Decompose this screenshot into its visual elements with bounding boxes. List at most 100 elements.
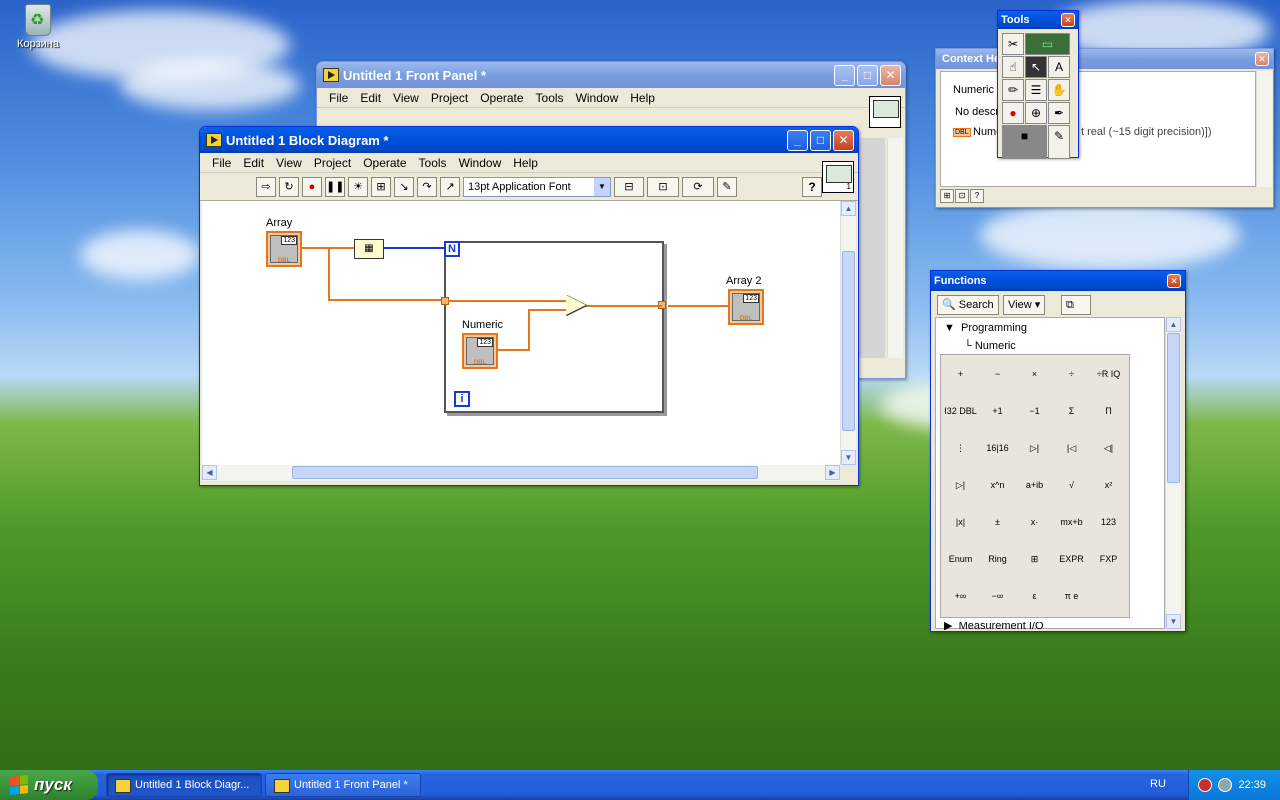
abort-icon[interactable]: ● xyxy=(302,176,322,197)
wire[interactable] xyxy=(328,299,444,301)
menu-edit[interactable]: Edit xyxy=(354,91,387,105)
menu-edit[interactable]: Edit xyxy=(237,156,270,170)
array-control-terminal[interactable]: 123 DBL xyxy=(266,231,302,267)
maximize-button[interactable]: □ xyxy=(810,130,831,151)
pause-icon[interactable]: ❚❚ xyxy=(325,176,345,197)
font-select[interactable]: 13pt Application Font xyxy=(463,176,611,197)
menu-file[interactable]: File xyxy=(206,156,237,170)
close-button[interactable]: ✕ xyxy=(1167,274,1181,288)
close-button[interactable]: ✕ xyxy=(1061,13,1075,27)
close-button[interactable]: ✕ xyxy=(1255,52,1269,66)
context-help-window[interactable]: Context He ✕ Numeric No descri DBL Nume … xyxy=(935,48,1274,208)
scroll-left-arrow[interactable]: ◀ xyxy=(202,465,217,480)
palette-function-icon[interactable]: x^n xyxy=(981,469,1014,502)
palette-function-icon[interactable]: −1 xyxy=(1018,395,1051,428)
for-loop[interactable]: N i Numeric 123 DBL xyxy=(441,241,666,413)
language-indicator[interactable]: RU xyxy=(1150,778,1166,790)
block-diagram-vscroll[interactable]: ▲ ▼ xyxy=(840,201,856,465)
context-help-button[interactable]: ? xyxy=(802,176,822,197)
brush-icon[interactable]: ✎ xyxy=(1048,125,1070,159)
front-panel-vi-icon[interactable] xyxy=(869,96,901,128)
multiply-function[interactable] xyxy=(566,295,586,315)
palette-function-icon[interactable]: mx+b xyxy=(1055,506,1088,539)
wire[interactable] xyxy=(528,309,566,311)
color-tool-icon[interactable]: ■ xyxy=(1002,125,1047,159)
palette-function-icon[interactable]: −∞ xyxy=(981,580,1014,613)
palette-function-icon[interactable]: +∞ xyxy=(944,580,977,613)
palette-function-icon[interactable]: ⊞ xyxy=(1018,543,1051,576)
wire[interactable] xyxy=(528,309,530,349)
minimize-button[interactable]: _ xyxy=(834,65,855,86)
run-arrow-icon[interactable]: ⇨ xyxy=(256,176,276,197)
tree-item-programming[interactable]: ▼ Programming xyxy=(944,322,1027,334)
probe-tool-icon[interactable]: ⊕ xyxy=(1025,102,1047,124)
menu-view[interactable]: View xyxy=(270,156,308,170)
wire[interactable] xyxy=(498,349,530,351)
automatic-tool-icon[interactable]: ✂ xyxy=(1002,33,1024,55)
align-objects-icon[interactable]: ⊟ xyxy=(614,176,644,197)
palette-function-icon[interactable]: ÷ xyxy=(1055,358,1088,391)
menu-tools[interactable]: Tools xyxy=(413,156,453,170)
step-over-icon[interactable]: ↷ xyxy=(417,176,437,197)
palette-function-icon[interactable]: +1 xyxy=(981,395,1014,428)
scroll-down-arrow[interactable]: ▼ xyxy=(841,450,856,465)
iteration-terminal[interactable]: i xyxy=(454,391,470,407)
palette-function-icon[interactable]: ◁| xyxy=(1092,432,1125,465)
array2-indicator-terminal[interactable]: 123 DBL xyxy=(728,289,764,325)
view-button[interactable]: View ▾ xyxy=(1003,295,1046,315)
pin-button[interactable]: ⧉ xyxy=(1061,295,1091,315)
breakpoint-tool-icon[interactable]: ● xyxy=(1002,102,1024,124)
scroll-up-arrow[interactable]: ▲ xyxy=(1166,317,1181,332)
wire[interactable] xyxy=(448,300,566,302)
array-size-function[interactable]: ▦ xyxy=(354,239,384,259)
retain-wire-values-icon[interactable]: ⊞ xyxy=(371,176,391,197)
taskbar-item-front-panel[interactable]: Untitled 1 Front Panel * xyxy=(265,773,421,797)
palette-function-icon[interactable]: + xyxy=(944,358,977,391)
tools-titlebar[interactable]: Tools ✕ xyxy=(998,11,1078,29)
front-panel-titlebar[interactable]: Untitled 1 Front Panel * _ □ ✕ xyxy=(317,62,905,88)
label-tool-icon[interactable]: A xyxy=(1048,56,1070,78)
palette-function-icon[interactable]: ⋮ xyxy=(944,432,977,465)
palette-function-icon[interactable]: ÷R IQ xyxy=(1092,358,1125,391)
context-help-vscroll[interactable] xyxy=(1256,71,1272,187)
palette-function-icon[interactable]: × xyxy=(1018,358,1051,391)
clock[interactable]: 22:39 xyxy=(1238,779,1266,791)
palette-function-icon[interactable]: x² xyxy=(1092,469,1125,502)
lock-icon[interactable]: ⊞ xyxy=(940,189,954,203)
operate-tool-icon[interactable]: ☝ xyxy=(1002,56,1024,78)
block-diagram-window[interactable]: Untitled 1 Block Diagram * _ □ ✕ File Ed… xyxy=(199,126,859,486)
detail-icon[interactable]: ⊡ xyxy=(955,189,969,203)
functions-titlebar[interactable]: Functions ✕ xyxy=(931,271,1185,291)
scroll-tool-icon[interactable]: ✋ xyxy=(1048,79,1070,101)
scroll-thumb[interactable] xyxy=(842,251,855,431)
palette-function-icon[interactable]: ε xyxy=(1018,580,1051,613)
position-tool-icon[interactable]: ↖ xyxy=(1025,56,1047,78)
palette-function-icon[interactable]: Enum xyxy=(944,543,977,576)
palette-function-icon[interactable]: FXP xyxy=(1092,543,1125,576)
block-diagram-titlebar[interactable]: Untitled 1 Block Diagram * _ □ ✕ xyxy=(200,127,858,153)
scroll-thumb[interactable] xyxy=(1167,333,1180,483)
front-panel-vscroll[interactable] xyxy=(887,138,903,358)
palette-function-icon[interactable]: 16|16 xyxy=(981,432,1014,465)
functions-palette[interactable]: Functions ✕ 🔍 Search View ▾ ⧉ ▼ Programm… xyxy=(930,270,1186,632)
scroll-thumb[interactable] xyxy=(292,466,758,479)
menu-project[interactable]: Project xyxy=(425,91,474,105)
tools-palette[interactable]: Tools ✕ ✂ ▭ ☝ ↖ A ✏ ☰ ✋ ● ⊕ ✒ ■ ✎ xyxy=(997,10,1079,159)
palette-function-icon[interactable]: √ xyxy=(1055,469,1088,502)
tree-item-numeric[interactable]: └ Numeric xyxy=(964,340,1016,352)
network-icon[interactable] xyxy=(1218,778,1233,792)
run-continuously-icon[interactable]: ↻ xyxy=(279,176,299,197)
palette-function-icon[interactable]: Σ xyxy=(1055,395,1088,428)
palette-function-icon[interactable]: ± xyxy=(981,506,1014,539)
wire[interactable] xyxy=(328,247,330,301)
security-shield-icon[interactable] xyxy=(1198,778,1213,792)
menu-file[interactable]: File xyxy=(323,91,354,105)
palette-function-icon[interactable]: ▷| xyxy=(944,469,977,502)
context-help-titlebar[interactable]: Context He ✕ xyxy=(936,49,1273,69)
close-button[interactable]: ✕ xyxy=(880,65,901,86)
menu-window[interactable]: Window xyxy=(570,91,625,105)
wiring-tool-icon[interactable]: ✏ xyxy=(1002,79,1024,101)
palette-function-icon[interactable]: ▷| xyxy=(1018,432,1051,465)
start-button[interactable]: пуск xyxy=(0,770,98,800)
palette-function-icon[interactable]: 123 xyxy=(1092,506,1125,539)
